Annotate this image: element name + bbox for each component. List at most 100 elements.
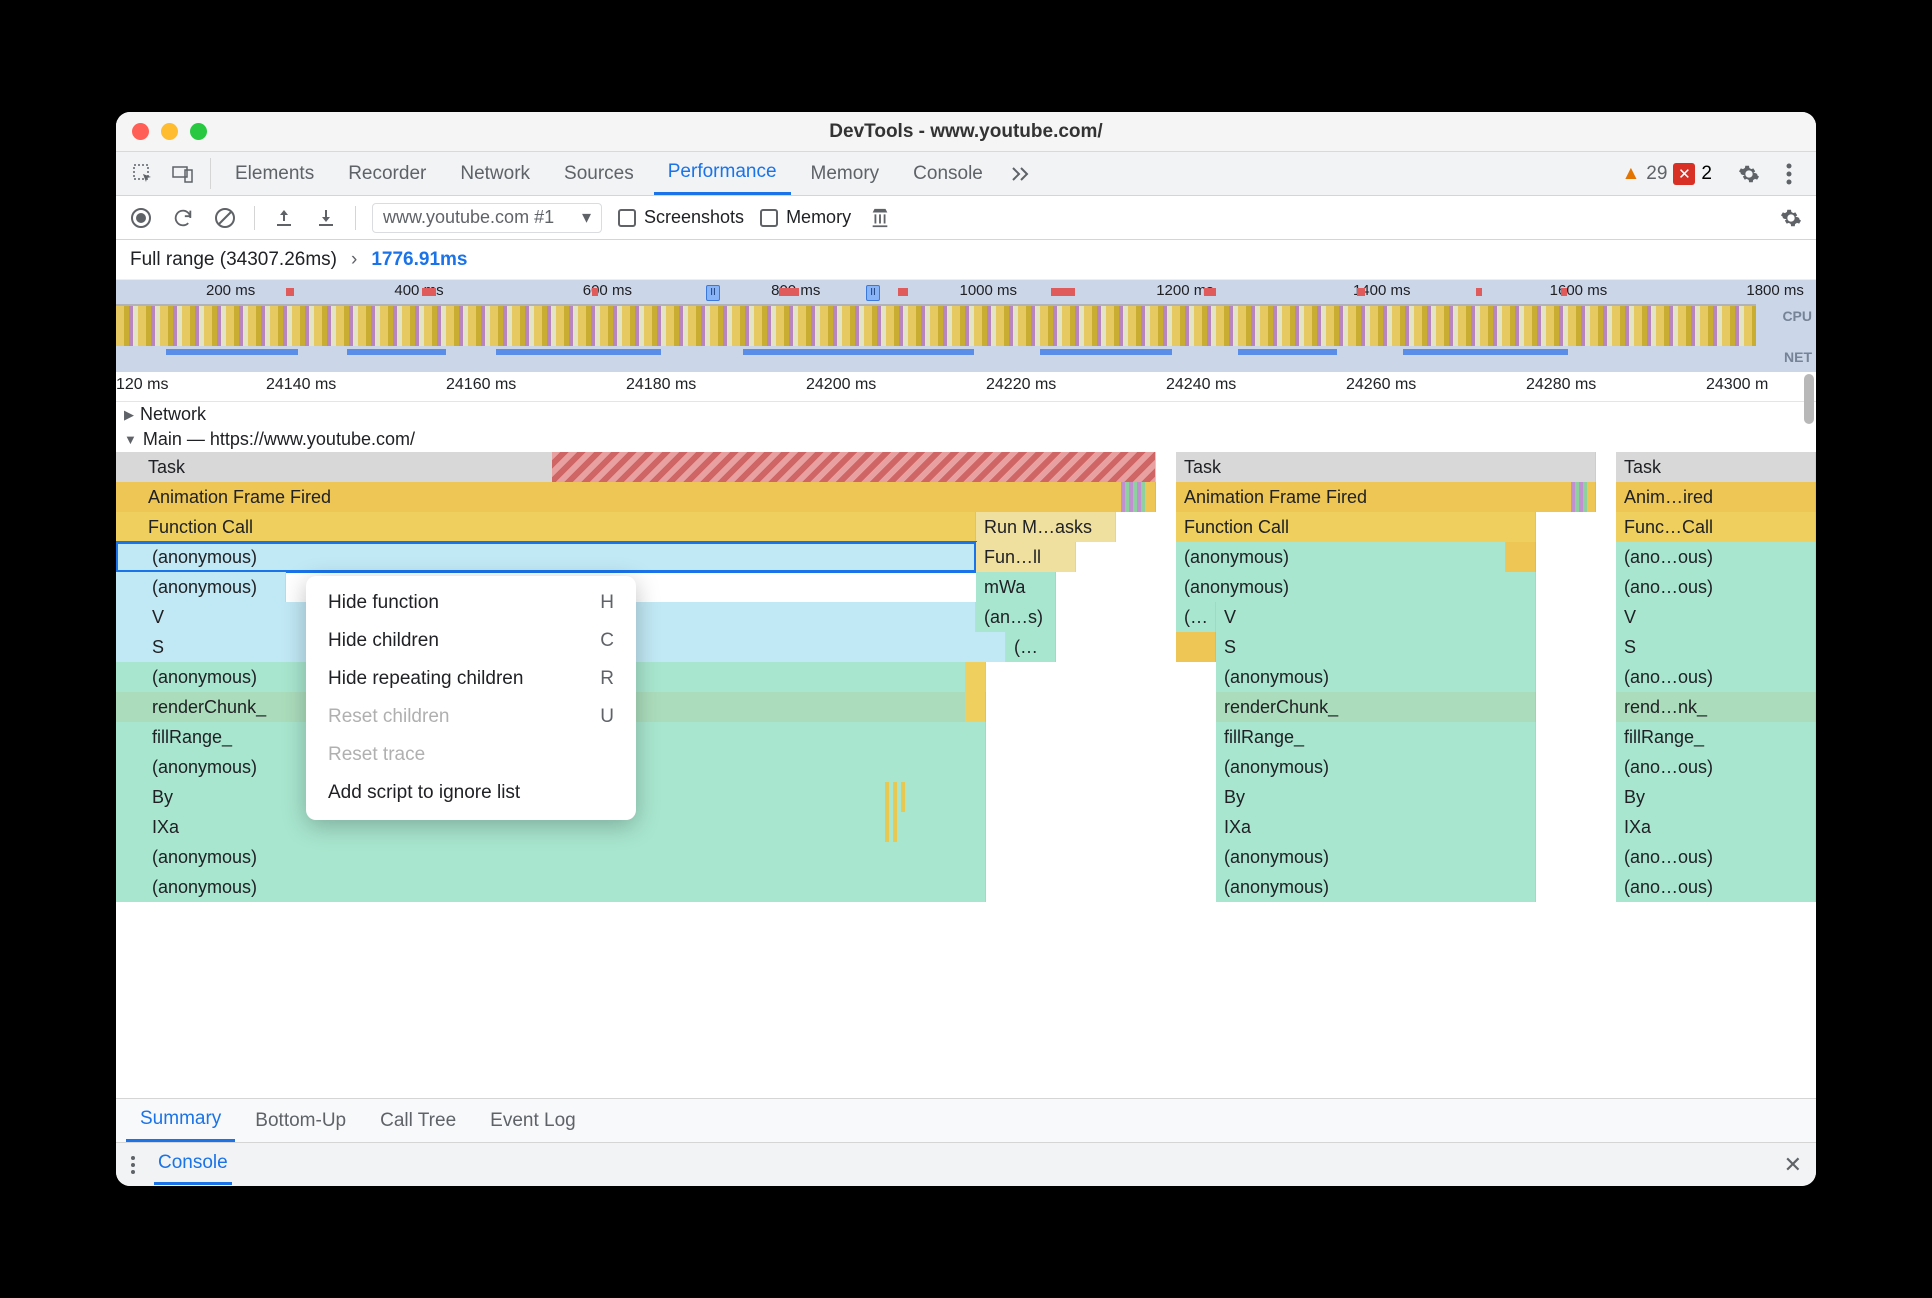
download-icon[interactable] xyxy=(313,205,339,231)
flame-renderchunk[interactable]: rend…nk_ xyxy=(1616,692,1816,722)
flame-anonymous[interactable]: (ano…ous) xyxy=(1616,842,1816,872)
close-drawer-icon[interactable]: ✕ xyxy=(1784,1152,1802,1178)
warnings-badge[interactable]: ▲ 29 xyxy=(1621,152,1667,195)
clear-button[interactable] xyxy=(212,205,238,231)
flame-v[interactable]: V xyxy=(1216,602,1536,632)
flame-animation-frame[interactable]: Animation Frame Fired xyxy=(1176,482,1596,512)
context-menu-hide-children[interactable]: Hide childrenC xyxy=(306,622,636,660)
flame-anonymous[interactable]: (anonymous) xyxy=(1216,662,1536,692)
screenshots-checkbox[interactable]: Screenshots xyxy=(618,207,744,228)
flame-chart[interactable]: Task Animation Frame Fired Function Call… xyxy=(116,452,1816,1098)
flame-anonymous[interactable]: (ano…ous) xyxy=(1616,572,1816,602)
detail-tab-bottomup[interactable]: Bottom-Up xyxy=(241,1099,360,1142)
flame-anonymous[interactable]: (anonymous) xyxy=(1216,872,1536,902)
memory-checkbox[interactable]: Memory xyxy=(760,207,851,228)
error-icon: ✕ xyxy=(1673,163,1695,185)
recording-selector-value: www.youtube.com #1 xyxy=(383,207,554,228)
overview-marker-pause[interactable]: II xyxy=(866,285,880,301)
flame-fillrange[interactable]: fillRange_ xyxy=(1616,722,1816,752)
flame-stub[interactable] xyxy=(1506,542,1536,572)
tab-sources[interactable]: Sources xyxy=(550,152,648,195)
minimize-window-button[interactable] xyxy=(161,123,178,140)
flame-anonymous[interactable]: (ano…ous) xyxy=(1616,542,1816,572)
timeline-overview[interactable]: 200 ms400 ms600 ms800 ms1000 ms1200 ms14… xyxy=(116,280,1816,372)
flame-anonymous[interactable]: (ano…ous) xyxy=(1616,872,1816,902)
kebab-menu-icon[interactable] xyxy=(1772,152,1806,195)
cpu-label: CPU xyxy=(1782,308,1812,324)
drawer-kebab-icon[interactable] xyxy=(130,1155,136,1175)
maximize-window-button[interactable] xyxy=(190,123,207,140)
flame-funll[interactable]: Fun…ll xyxy=(976,542,1076,572)
tab-elements[interactable]: Elements xyxy=(221,152,328,195)
network-track-header[interactable]: ▶ Network xyxy=(116,402,1816,427)
flame-by[interactable]: By xyxy=(1616,782,1816,812)
flame-task[interactable]: Task xyxy=(1616,452,1816,482)
detail-tab-summary[interactable]: Summary xyxy=(126,1099,235,1142)
net-label: NET xyxy=(1784,349,1812,365)
settings-gear-icon[interactable] xyxy=(1732,152,1766,195)
flame-by[interactable]: By xyxy=(1216,782,1536,812)
flame-animation-frame[interactable]: Animation Frame Fired xyxy=(116,482,1156,512)
flame-anonymous[interactable]: (ano…ous) xyxy=(1616,752,1816,782)
context-menu-hide-repeating[interactable]: Hide repeating childrenR xyxy=(306,660,636,698)
tab-network[interactable]: Network xyxy=(446,152,544,195)
flame-anonymous[interactable]: (ano…ous) xyxy=(1616,662,1816,692)
flame-function-call[interactable]: Func…Call xyxy=(1616,512,1816,542)
flame-function-call[interactable]: Function Call xyxy=(116,512,976,542)
flame-stub[interactable] xyxy=(1176,632,1216,662)
tab-console[interactable]: Console xyxy=(899,152,997,195)
reload-record-button[interactable] xyxy=(170,205,196,231)
upload-icon[interactable] xyxy=(271,205,297,231)
flame-function-call[interactable]: Function Call xyxy=(1176,512,1536,542)
inspect-icon[interactable] xyxy=(126,152,160,195)
recording-selector[interactable]: www.youtube.com #1 ▾ xyxy=(372,203,602,233)
drawer-tab-console[interactable]: Console xyxy=(154,1144,232,1185)
flame-paren[interactable]: (… xyxy=(1006,632,1056,662)
flame-anonymous-selected[interactable]: (anonymous) xyxy=(116,542,976,572)
flame-anonymous[interactable]: (anonymous) xyxy=(1176,572,1536,602)
flame-animation-frame[interactable]: Anim…ired xyxy=(1616,482,1816,512)
errors-count: 2 xyxy=(1701,163,1712,185)
device-toggle-icon[interactable] xyxy=(166,152,200,195)
record-button[interactable] xyxy=(128,205,154,231)
full-range-label[interactable]: Full range (34307.26ms) xyxy=(130,249,337,271)
overview-marker-pause[interactable]: II xyxy=(706,285,720,301)
capture-settings-icon[interactable] xyxy=(1778,205,1804,231)
selected-range-label[interactable]: 1776.91ms xyxy=(371,249,467,271)
flame-ixa[interactable]: IXa xyxy=(1616,812,1816,842)
garbage-collect-icon[interactable] xyxy=(867,205,893,231)
flame-anonymous[interactable]: (anonymous) xyxy=(116,842,986,872)
flame-s[interactable]: S xyxy=(1216,632,1536,662)
flame-s[interactable]: S xyxy=(1616,632,1816,662)
dropdown-icon: ▾ xyxy=(582,207,591,228)
flame-renderchunk[interactable]: renderChunk_ xyxy=(1216,692,1536,722)
context-menu-hide-function[interactable]: Hide functionH xyxy=(306,584,636,622)
flame-mwa[interactable]: mWa xyxy=(976,572,1056,602)
flame-anonymous[interactable]: (anonymous) xyxy=(1216,752,1536,782)
close-window-button[interactable] xyxy=(132,123,149,140)
context-menu-reset-trace: Reset trace xyxy=(306,736,636,774)
flame-task[interactable]: Task xyxy=(116,452,1156,482)
vertical-scrollbar[interactable] xyxy=(1804,374,1814,424)
flame-anonymous[interactable]: (anonymous) xyxy=(1216,842,1536,872)
detail-tab-eventlog[interactable]: Event Log xyxy=(476,1099,590,1142)
tab-recorder[interactable]: Recorder xyxy=(334,152,440,195)
flame-paren[interactable]: (… xyxy=(1176,602,1216,632)
flame-task[interactable]: Task xyxy=(1176,452,1596,482)
tab-performance[interactable]: Performance xyxy=(654,152,791,195)
flame-anonymous[interactable]: (anonymous) xyxy=(116,872,986,902)
flame-ixa[interactable]: IXa xyxy=(1216,812,1536,842)
flame-fillrange[interactable]: fillRange_ xyxy=(1216,722,1536,752)
flame-v[interactable]: V xyxy=(1616,602,1816,632)
overview-long-tasks xyxy=(116,288,1816,298)
flame-run-microtasks[interactable]: Run M…asks xyxy=(976,512,1116,542)
main-track-header[interactable]: ▼ Main — https://www.youtube.com/ xyxy=(116,427,1816,452)
flame-ans[interactable]: (an…s) xyxy=(976,602,1056,632)
more-tabs-icon[interactable] xyxy=(1003,152,1037,195)
tab-memory[interactable]: Memory xyxy=(797,152,894,195)
detail-tab-calltree[interactable]: Call Tree xyxy=(366,1099,470,1142)
flame-anonymous[interactable]: (anonymous) xyxy=(1176,542,1506,572)
context-menu-ignore-list[interactable]: Add script to ignore list xyxy=(306,774,636,812)
errors-badge[interactable]: ✕ 2 xyxy=(1673,152,1712,195)
flame-anonymous[interactable]: (anonymous) xyxy=(116,572,286,602)
